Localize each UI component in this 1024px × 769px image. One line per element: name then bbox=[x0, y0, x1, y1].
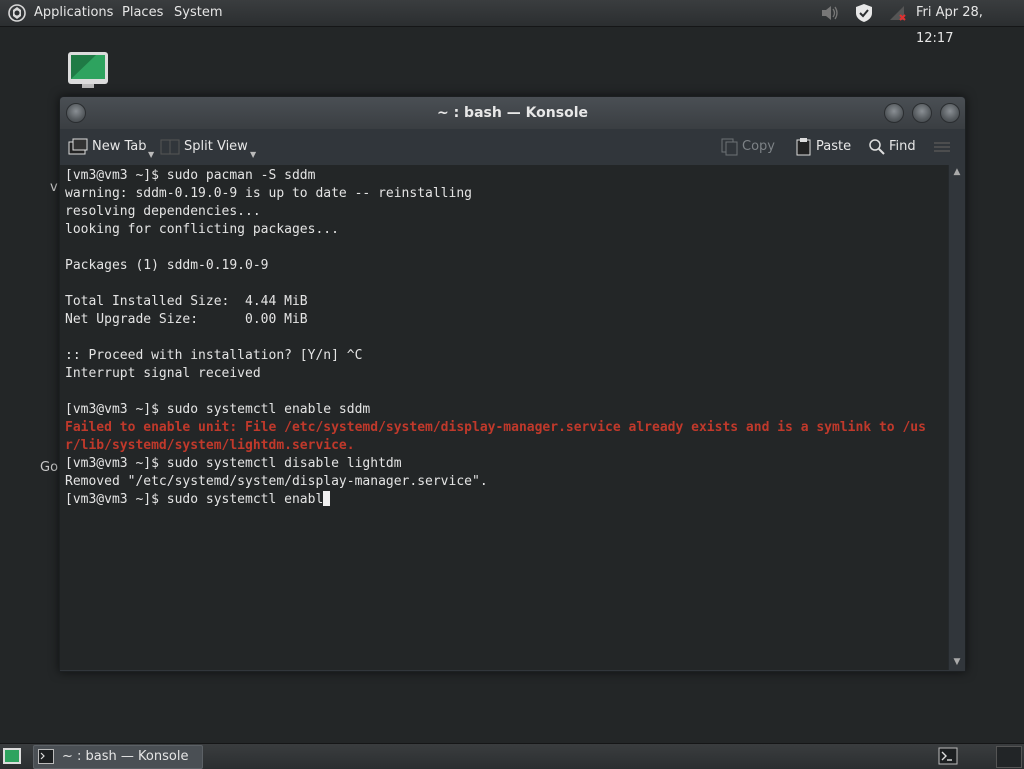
system-menu[interactable]: System bbox=[174, 0, 222, 26]
window-title: ~ : bash — Konsole bbox=[436, 105, 589, 121]
terminal-line: Interrupt signal received bbox=[65, 366, 261, 381]
network-disconnected-icon[interactable] bbox=[888, 4, 908, 22]
new-tab-label: New Tab bbox=[92, 139, 147, 154]
find-label: Find bbox=[889, 139, 916, 154]
minimize-button[interactable] bbox=[884, 103, 904, 123]
terminal-line: Removed "/etc/systemd/system/display-man… bbox=[65, 474, 488, 489]
clock[interactable]: Fri Apr 28, 12:17 bbox=[916, 0, 1024, 46]
paste-label: Paste bbox=[816, 139, 852, 154]
places-menu[interactable]: Places bbox=[122, 0, 163, 26]
copy-icon bbox=[721, 138, 738, 156]
search-icon bbox=[869, 139, 885, 155]
applications-menu[interactable]: Applications bbox=[34, 0, 113, 26]
desktop-label-partial: v bbox=[50, 180, 58, 195]
konsole-window: ~ : bash — Konsole New Tab ▼ Split View … bbox=[59, 96, 966, 672]
copy-label: Copy bbox=[742, 139, 775, 154]
terminal-line: Packages (1) sddm-0.19.0-9 bbox=[65, 258, 269, 273]
paste-icon bbox=[796, 138, 811, 156]
terminal-line: [vm3@vm3 ~]$ sudo systemctl disable ligh… bbox=[65, 456, 402, 471]
shield-icon[interactable] bbox=[854, 3, 874, 23]
terminal-line: looking for conflicting packages... bbox=[65, 222, 339, 237]
terminal-icon[interactable] bbox=[938, 746, 958, 766]
show-desktop-icon[interactable] bbox=[2, 746, 22, 766]
hamburger-menu-button[interactable] bbox=[932, 129, 954, 165]
workspace-switcher[interactable] bbox=[996, 746, 1022, 768]
split-view-label: Split View bbox=[184, 139, 248, 154]
terminal-line: r/lib/systemd/system/lightdm.service. bbox=[65, 438, 355, 453]
hamburger-menu-icon bbox=[934, 142, 950, 152]
taskbar-item-konsole[interactable]: ~ : bash — Konsole bbox=[33, 745, 203, 769]
maximize-button[interactable] bbox=[912, 103, 932, 123]
terminal-line: :: Proceed with installation? [Y/n] ^C bbox=[65, 348, 363, 363]
scroll-down-arrow-icon[interactable]: ▼ bbox=[952, 657, 962, 667]
terminal-line: [vm3@vm3 ~]$ sudo pacman -S sddm bbox=[65, 168, 316, 183]
volume-icon[interactable] bbox=[820, 4, 840, 22]
terminal-line: [vm3@vm3 ~]$ sudo systemctl enable sddm bbox=[65, 402, 371, 417]
paste-button[interactable]: Paste bbox=[794, 129, 854, 165]
terminal-line: Failed to enable unit: File /etc/systemd… bbox=[65, 420, 926, 435]
close-button[interactable] bbox=[940, 103, 960, 123]
terminal-icon bbox=[38, 749, 54, 764]
scroll-up-arrow-icon[interactable]: ▲ bbox=[952, 167, 962, 177]
split-view-button[interactable]: Split View ▼ bbox=[160, 129, 260, 165]
top-panel: Applications Places System Fri Apr 28, 1… bbox=[0, 0, 1024, 46]
text-cursor bbox=[323, 491, 331, 506]
bottom-panel: ~ : bash — Konsole bbox=[0, 743, 1024, 769]
title-bar[interactable]: ~ : bash — Konsole bbox=[60, 97, 965, 129]
toolbar: New Tab ▼ Split View ▼ Copy Paste Find bbox=[60, 129, 965, 166]
computer-desktop-icon[interactable] bbox=[66, 51, 110, 91]
vertical-scrollbar[interactable]: ▲ ▼ bbox=[948, 165, 965, 670]
copy-button[interactable]: Copy bbox=[720, 129, 780, 165]
terminal-text: [vm3@vm3 ~]$ sudo pacman -S sddm warning:… bbox=[65, 167, 945, 509]
terminal-output[interactable]: [vm3@vm3 ~]$ sudo pacman -S sddm warning:… bbox=[60, 165, 948, 670]
find-button[interactable]: Find bbox=[867, 129, 923, 165]
distro-logo-icon[interactable] bbox=[8, 4, 26, 22]
taskbar-item-label: ~ : bash — Konsole bbox=[62, 749, 189, 764]
new-tab-icon bbox=[68, 138, 88, 155]
new-tab-button[interactable]: New Tab ▼ bbox=[68, 129, 158, 165]
terminal-line: Net Upgrade Size: 0.00 MiB bbox=[65, 312, 308, 327]
desktop-label-partial: Go bbox=[40, 460, 59, 475]
terminal-line: warning: sddm-0.19.0-9 is up to date -- … bbox=[65, 186, 472, 201]
split-view-icon bbox=[160, 139, 180, 155]
terminal-line: resolving dependencies... bbox=[65, 204, 261, 219]
terminal-line: Total Installed Size: 4.44 MiB bbox=[65, 294, 308, 309]
terminal-line: [vm3@vm3 ~]$ sudo systemctl enabl bbox=[65, 491, 945, 509]
